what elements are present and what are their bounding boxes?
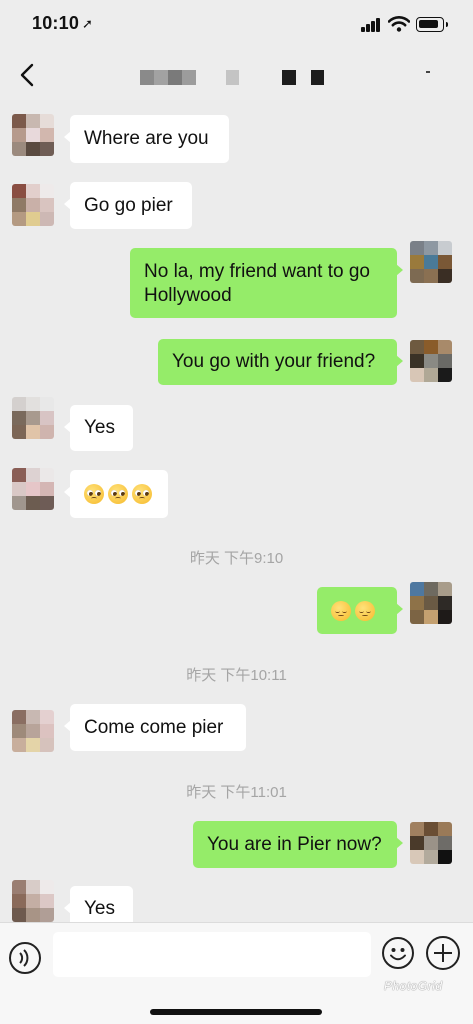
input-bar: PhotoGrid: [0, 922, 473, 1024]
pensive-face-icon: [355, 600, 375, 621]
emoji-icon[interactable]: [381, 936, 415, 970]
contact-avatar[interactable]: [12, 184, 54, 226]
message-text: Yes: [84, 898, 115, 919]
message-text: You are in Pier now?: [207, 833, 382, 855]
timestamp: 昨天 下午11:01: [186, 784, 287, 801]
wifi-icon: [388, 16, 410, 32]
user-avatar[interactable]: [410, 340, 452, 382]
status-bar: 10:10 ➚: [0, 0, 473, 50]
message-text: Come come pier: [84, 716, 224, 738]
message-text: Yes: [84, 417, 115, 438]
chevron-left-icon[interactable]: [16, 62, 40, 88]
message-bubble[interactable]: Yes: [64, 886, 133, 922]
home-indicator[interactable]: [150, 1009, 322, 1015]
location-arrow-icon: ➚: [82, 16, 94, 31]
status-time: 10:10 ➚: [32, 13, 93, 34]
chat-area[interactable]: Where are you Go go pier No la, my frien…: [0, 100, 473, 922]
message-bubble[interactable]: Yes: [64, 405, 133, 451]
timestamp: 昨天 下午9:10: [189, 550, 284, 567]
message-bubble[interactable]: You are in Pier now?: [193, 821, 403, 868]
plus-icon[interactable]: [426, 936, 460, 970]
pleading-face-icon: [84, 484, 104, 504]
timestamp: 昨天 下午10:11: [186, 667, 287, 684]
nav-bar: [0, 50, 473, 100]
photogrid-watermark: PhotoGrid: [384, 979, 443, 993]
contact-avatar[interactable]: [12, 468, 54, 510]
emoji-group: [84, 484, 152, 504]
message-bubble[interactable]: No la, my friend want to go Hollywood: [130, 248, 403, 318]
message-text: Where are you: [84, 128, 209, 149]
emoji-group: [331, 600, 375, 621]
more-icon[interactable]: [426, 71, 430, 73]
message-text: You go with your friend?: [172, 351, 376, 372]
user-avatar[interactable]: [410, 822, 452, 864]
user-avatar[interactable]: [410, 582, 452, 624]
message-input[interactable]: [53, 932, 371, 977]
contact-avatar[interactable]: [12, 397, 54, 439]
message-text: Go go pier: [84, 194, 173, 216]
message-bubble[interactable]: [64, 470, 168, 518]
message-bubble[interactable]: You go with your friend?: [158, 339, 403, 385]
pleading-face-icon: [108, 484, 128, 504]
pleading-face-icon: [132, 484, 152, 504]
message-text: No la, my friend want to go Hollywood: [144, 261, 370, 306]
message-bubble[interactable]: Go go pier: [64, 182, 192, 229]
contact-avatar[interactable]: [12, 880, 54, 922]
contact-avatar[interactable]: [12, 114, 54, 156]
pensive-face-icon: [331, 600, 351, 621]
battery-icon: [416, 17, 448, 32]
signal-icon: [361, 18, 381, 32]
contact-avatar[interactable]: [12, 710, 54, 752]
message-bubble[interactable]: Where are you: [64, 115, 229, 163]
message-bubble[interactable]: Come come pier: [64, 704, 246, 751]
voice-icon[interactable]: [8, 941, 42, 975]
status-time-text: 10:10: [32, 13, 80, 33]
user-avatar[interactable]: [410, 241, 452, 283]
message-bubble[interactable]: [317, 587, 403, 634]
